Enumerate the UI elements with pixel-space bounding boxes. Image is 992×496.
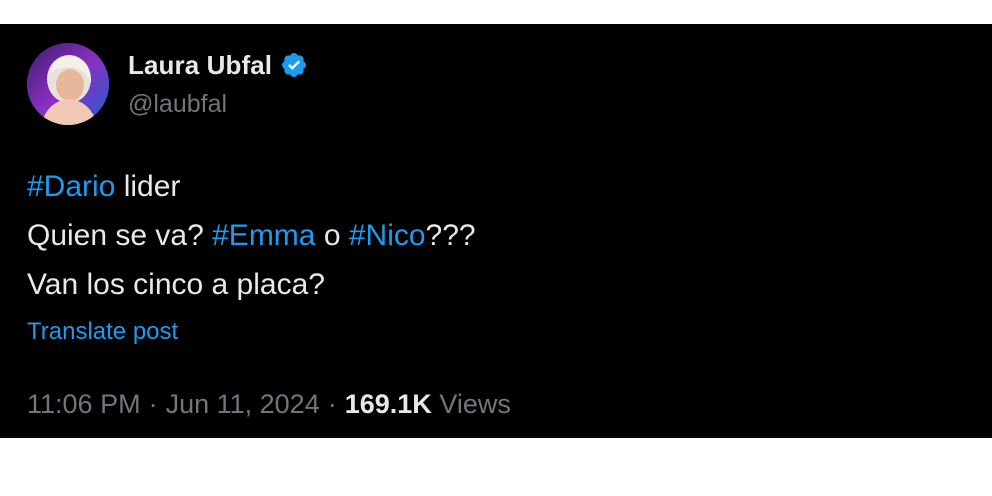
post-text-segment: Quien se va?: [27, 219, 213, 252]
post-text-line: #Dario lider: [27, 162, 476, 211]
meta-separator: ·: [327, 389, 337, 419]
post-card: Laura Ubfal @laubfal #Dario lider Quien s…: [0, 24, 992, 438]
post-text-segment: Van los cinco a placa?: [27, 268, 325, 301]
meta-separator: ·: [148, 389, 158, 419]
post-text-segment: lider: [115, 170, 181, 203]
post-date[interactable]: Jun 11, 2024: [166, 389, 320, 420]
post-header: Laura Ubfal @laubfal: [27, 43, 308, 125]
author-handle[interactable]: @laubfal: [128, 90, 308, 119]
post-time[interactable]: 11:06 PM: [27, 389, 141, 420]
post-text-segment: o: [315, 219, 349, 252]
hashtag-link[interactable]: #Nico: [349, 219, 426, 252]
author-block: Laura Ubfal @laubfal: [128, 50, 308, 119]
name-row: Laura Ubfal: [128, 50, 308, 81]
author-display-name[interactable]: Laura Ubfal: [128, 50, 272, 81]
avatar[interactable]: [27, 43, 109, 125]
post-text-line: Van los cinco a placa?: [27, 260, 476, 309]
post-text-segment: ???: [425, 219, 476, 252]
views-label: Views: [439, 389, 511, 419]
views-count: 169.1K: [344, 389, 432, 419]
post-meta: 11:06 PM · Jun 11, 2024 · 169.1K Views: [27, 389, 511, 420]
translate-post-link[interactable]: Translate post: [27, 318, 178, 346]
verified-badge-icon[interactable]: [280, 51, 308, 79]
hashtag-link[interactable]: #Emma: [212, 219, 315, 252]
avatar-image: [27, 43, 109, 125]
hashtag-link[interactable]: #Dario: [27, 170, 115, 203]
post-text-line: Quien se va? #Emma o #Nico???: [27, 211, 476, 260]
post-text: #Dario lider Quien se va? #Emma o #Nico??…: [27, 162, 476, 309]
